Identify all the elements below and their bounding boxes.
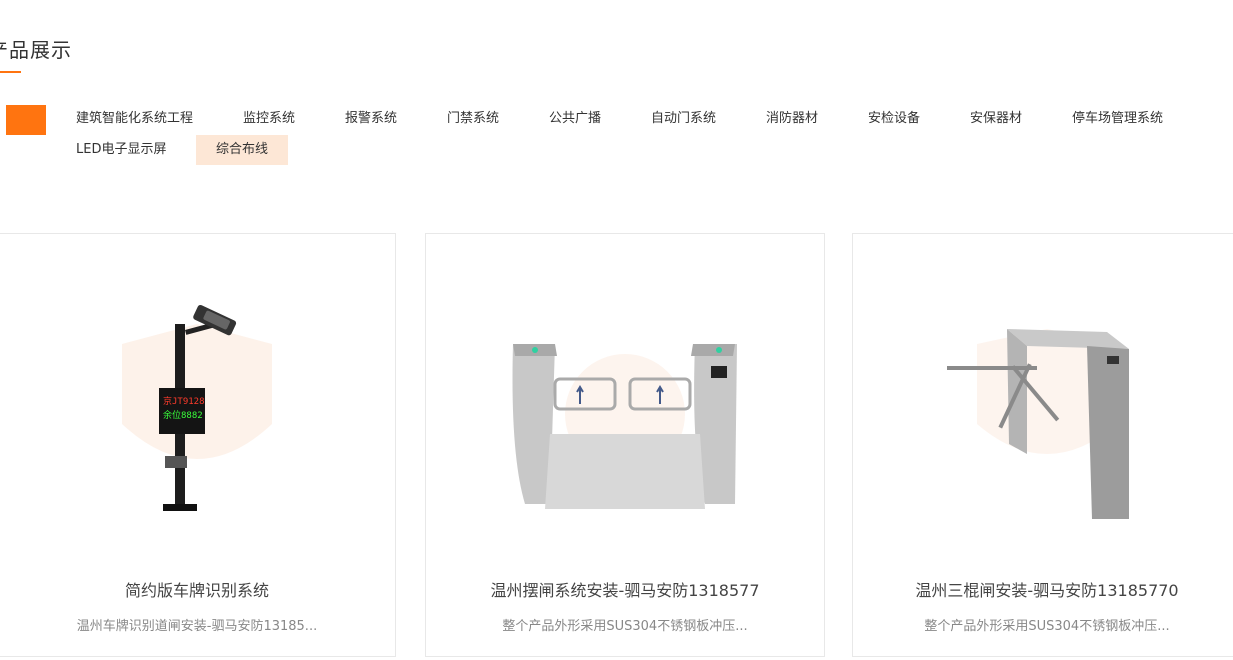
product-title[interactable]: 温州三棍闸安装-驷马安防13185770 — [853, 577, 1233, 601]
category-item-led-display[interactable]: LED电子显示屏 — [76, 135, 166, 165]
title-underline — [0, 71, 21, 73]
display-plate-text: 京JT9128 — [163, 395, 205, 407]
section-title: 产品展示 — [0, 38, 72, 62]
product-card[interactable]: 温州三棍闸安装-驷马安防13185770 整个产品外形采用SUS304不锈钢板冲… — [852, 233, 1233, 657]
product-title[interactable]: 温州摆闸系统安装-驷马安防1318577 — [426, 577, 824, 601]
category-item-building-intelligence[interactable]: 建筑智能化系统工程 — [76, 104, 193, 134]
category-item-auto-door[interactable]: 自动门系统 — [651, 104, 716, 134]
product-card[interactable]: 温州摆闸系统安装-驷马安防1318577 整个产品外形采用SUS304不锈钢板冲… — [425, 233, 825, 657]
product-title[interactable]: 简约版车牌识别系统 — [0, 577, 395, 601]
category-item-monitoring[interactable]: 监控系统 — [243, 104, 295, 134]
product-desc: 温州车牌识别道闸安装-驷马安防13185... — [76, 619, 318, 634]
tripod-turnstile-image — [947, 329, 1129, 519]
category-item-parking[interactable]: 停车场管理系统 — [1072, 104, 1163, 134]
product-desc: 整个产品外形采用SUS304不锈钢板冲压... — [924, 619, 1170, 634]
product-desc: 整个产品外形采用SUS304不锈钢板冲压... — [502, 619, 748, 634]
license-plate-camera-pole-image: 京JT9128 余位8882 — [122, 304, 272, 511]
category-item-access-control[interactable]: 门禁系统 — [447, 104, 499, 134]
swing-gate-turnstile-image — [512, 344, 737, 509]
category-all-button[interactable] — [6, 105, 46, 135]
category-item-public-broadcast[interactable]: 公共广播 — [549, 104, 601, 134]
product-card[interactable]: 京JT9128 余位8882 简约版车牌识别系统 温州车牌识别道闸安装-驷马安防… — [0, 233, 396, 657]
category-item-alarm[interactable]: 报警系统 — [345, 104, 397, 134]
category-item-fire-equipment[interactable]: 消防器材 — [766, 104, 818, 134]
category-item-cabling[interactable]: 综合布线 — [196, 135, 289, 165]
display-spaces-text: 余位8882 — [163, 409, 203, 421]
category-item-security-gear[interactable]: 安保器材 — [970, 104, 1022, 134]
category-item-security-inspection[interactable]: 安检设备 — [868, 104, 920, 134]
